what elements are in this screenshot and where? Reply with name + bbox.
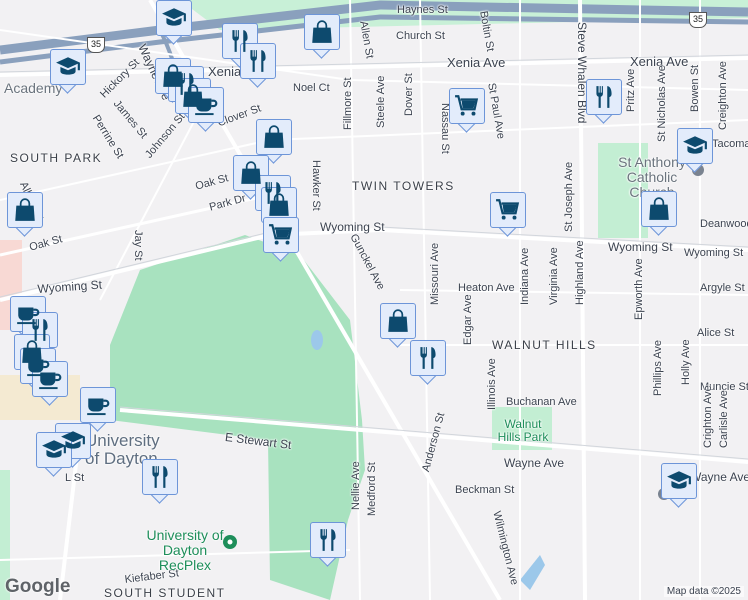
- street-label: Beckman St: [455, 484, 515, 496]
- street-label: Nellie Ave: [350, 461, 362, 510]
- district-label: TWIN TOWERS: [352, 179, 455, 193]
- street-label: Bowen St: [689, 64, 701, 112]
- school-icon: [161, 5, 187, 31]
- street-label: Xenia: [208, 64, 242, 79]
- street-label: Noel Ct: [293, 82, 330, 94]
- grocery-marker[interactable]: [449, 88, 485, 133]
- street-label: Haynes St: [397, 4, 448, 16]
- coffee-cup-icon: [37, 366, 63, 392]
- street-label: Jay St: [132, 230, 144, 261]
- street-label: Medford St: [366, 462, 378, 516]
- shopping-bag-icon: [266, 192, 292, 218]
- shopping-bag-icon: [12, 197, 38, 223]
- restaurant-icon: [245, 48, 271, 74]
- school-marker[interactable]: [50, 49, 86, 94]
- street-label: Virginia Ave: [548, 247, 560, 305]
- district-label: SOUTH STUDENT: [104, 586, 226, 600]
- shopping-bag-icon: [261, 124, 287, 150]
- place-label[interactable]: Walnut Hills Park: [493, 418, 553, 444]
- street-label: Indiana Ave: [519, 247, 531, 305]
- street-label: Wyoming St: [608, 240, 673, 254]
- street-label: Steele Ave: [375, 75, 387, 128]
- shopping-bag-icon: [385, 308, 411, 334]
- interstate-shield: 35: [87, 37, 105, 53]
- restaurant-marker[interactable]: [142, 459, 178, 504]
- street-label: Fillmore St: [342, 77, 354, 130]
- street-label: Carlisle Ave: [718, 390, 730, 448]
- street-label: Missouri Ave: [429, 242, 441, 305]
- street-label: Dover St: [403, 73, 415, 116]
- restaurant-icon: [147, 464, 173, 490]
- street-label: Highland Ave: [574, 240, 586, 305]
- shopping-marker[interactable]: [641, 191, 677, 236]
- restaurant-marker[interactable]: [410, 340, 446, 385]
- coffee-cup-icon: [193, 92, 219, 118]
- street-label: Church St: [396, 30, 445, 42]
- coffee-marker[interactable]: [188, 87, 224, 132]
- map-attribution[interactable]: Map data ©2025: [663, 586, 744, 597]
- school-icon: [41, 437, 67, 463]
- district-label: WALNUT HILLS: [492, 338, 597, 352]
- street-label: Wayne Ave: [504, 456, 565, 470]
- shopping-bag-icon: [309, 19, 335, 45]
- school-icon: [55, 54, 81, 80]
- street-label: Argyle St: [700, 282, 745, 294]
- street-label: Buchanan Ave: [506, 396, 577, 408]
- street-label: Wyoming St: [320, 220, 385, 234]
- district-label: SOUTH PARK: [10, 151, 103, 165]
- google-logo: Google: [5, 576, 71, 597]
- restaurant-marker[interactable]: [240, 43, 276, 88]
- street-label: Phillips Ave: [652, 339, 664, 396]
- grocery-marker[interactable]: [263, 217, 299, 262]
- restaurant-icon: [315, 527, 341, 553]
- street-label: St Joseph Ave: [563, 161, 575, 232]
- restaurant-icon: [591, 84, 617, 110]
- interstate-shield: 35: [689, 12, 707, 28]
- street-label: Wayne Ave: [690, 470, 748, 484]
- school-marker[interactable]: [156, 0, 192, 45]
- street-label: Alice St: [697, 327, 735, 339]
- shopping-marker[interactable]: [304, 14, 340, 59]
- street-label: Tacoma: [712, 138, 748, 150]
- street-label: Wyoming St: [684, 247, 744, 259]
- coffee-cup-icon: [85, 392, 111, 418]
- street-label: Illinois Ave: [486, 358, 498, 410]
- shopping-marker[interactable]: [380, 303, 416, 348]
- street-label: Pritz Ave: [625, 68, 637, 112]
- street-label: Heaton Ave: [458, 282, 515, 294]
- restaurant-marker[interactable]: [310, 522, 346, 567]
- school-marker[interactable]: [661, 463, 697, 508]
- place-label[interactable]: University of Dayton RecPlex: [135, 528, 235, 573]
- school-icon: [666, 468, 692, 494]
- restaurant-icon: [415, 345, 441, 371]
- school-icon: [682, 133, 708, 159]
- street-label: Xenia Ave: [447, 55, 506, 70]
- grocery-marker[interactable]: [490, 192, 526, 237]
- street-label: Holly Ave: [680, 339, 692, 385]
- street-label: St Nicholas Ave: [656, 65, 668, 142]
- restaurant-marker[interactable]: [586, 79, 622, 124]
- school-marker[interactable]: [36, 432, 72, 477]
- shopping-marker[interactable]: [7, 192, 43, 237]
- shopping-cart-icon: [268, 222, 294, 248]
- street-label: Epworth Ave: [633, 258, 645, 320]
- street-label: Edgar Ave: [462, 294, 474, 345]
- shopping-cart-icon: [454, 93, 480, 119]
- street-label: Hawker St: [310, 160, 322, 211]
- coffee-marker[interactable]: [32, 361, 68, 406]
- street-label: Crighton Ave: [702, 385, 714, 448]
- street-label: Deanwood: [700, 218, 748, 230]
- shopping-bag-icon: [646, 196, 672, 222]
- shopping-cart-icon: [495, 197, 521, 223]
- street-label: Creighton Ave: [717, 61, 729, 130]
- school-marker[interactable]: [677, 128, 713, 173]
